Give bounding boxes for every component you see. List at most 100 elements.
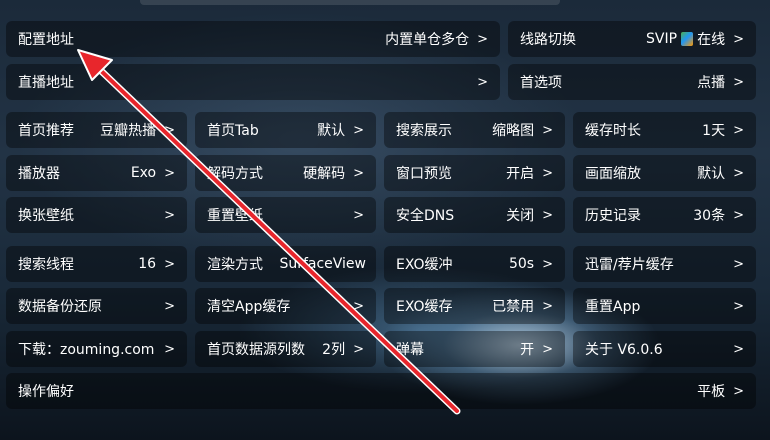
- screen-scale-value: 默认: [697, 166, 726, 182]
- chevron-right-icon: >: [733, 31, 744, 47]
- window-preview-item[interactable]: 窗口预览 开启 >: [384, 155, 565, 191]
- chevron-right-icon: >: [353, 165, 364, 181]
- preferred-value: 点播: [697, 75, 726, 91]
- chevron-right-icon: >: [542, 165, 553, 181]
- line-switch-value-prefix: SVIP: [646, 31, 678, 47]
- line-switch-value-suffix: 在线: [697, 32, 726, 48]
- cache-duration-value: 1天: [702, 123, 726, 139]
- home-columns-item[interactable]: 首页数据源列数 2列 >: [195, 331, 376, 367]
- thunder-cache-item[interactable]: 迅雷/荐片缓存 >: [573, 246, 756, 282]
- screen-scale-label: 画面缩放: [585, 166, 641, 182]
- wallpaper-label: 换张壁纸: [18, 208, 74, 224]
- wallpaper-item[interactable]: 换张壁纸 >: [6, 197, 187, 233]
- search-display-item[interactable]: 搜索展示 缩略图 >: [384, 112, 565, 148]
- chevron-right-icon: >: [353, 122, 364, 138]
- reset-app-label: 重置App: [585, 299, 641, 315]
- exo-buffer-label: EXO缓冲: [396, 257, 453, 273]
- cache-duration-item[interactable]: 缓存时长 1天 >: [573, 112, 756, 148]
- player-item[interactable]: 播放器 Exo >: [6, 155, 187, 191]
- home-recommend-value: 豆瓣热播: [100, 123, 157, 139]
- chevron-right-icon: >: [733, 122, 744, 138]
- live-address-item[interactable]: 直播地址 >: [6, 64, 500, 100]
- danmaku-item[interactable]: 弹幕 开 >: [384, 331, 565, 367]
- operation-pref-item[interactable]: 操作偏好 平板 >: [6, 373, 756, 409]
- danmaku-label: 弹幕: [396, 342, 424, 358]
- player-label: 播放器: [18, 166, 60, 182]
- reset-wallpaper-item[interactable]: 重置壁纸 >: [195, 197, 376, 233]
- home-recommend-item[interactable]: 首页推荐 豆瓣热播 >: [6, 112, 187, 148]
- chevron-right-icon: >: [353, 207, 364, 223]
- window-preview-value: 开启: [506, 166, 535, 182]
- secure-dns-label: 安全DNS: [396, 208, 455, 224]
- exo-buffer-item[interactable]: EXO缓冲 50s >: [384, 246, 565, 282]
- line-switch-label: 线路切换: [520, 32, 576, 48]
- settings-grid: 配置地址 内置单仓多仓 > 线路切换 SVIP 在线 > 直播地址 > 首选项 点播 >…: [0, 0, 770, 440]
- about-item[interactable]: 关于 V6.0.6 >: [573, 331, 756, 367]
- window-preview-label: 窗口预览: [396, 166, 452, 182]
- exo-cache-label: EXO缓存: [396, 299, 453, 315]
- operation-pref-label: 操作偏好: [18, 384, 74, 400]
- chevron-right-icon: >: [477, 74, 488, 90]
- backup-restore-label: 数据备份还原: [18, 299, 102, 315]
- render-mode-label: 渲染方式: [207, 257, 263, 273]
- reset-app-item[interactable]: 重置App >: [573, 288, 756, 324]
- chevron-right-icon: >: [353, 298, 364, 314]
- search-threads-item[interactable]: 搜索线程 16 >: [6, 246, 187, 282]
- exo-buffer-value: 50s: [508, 256, 535, 272]
- chevron-right-icon: >: [542, 122, 553, 138]
- exo-cache-item[interactable]: EXO缓存 已禁用 >: [384, 288, 565, 324]
- operation-pref-value: 平板: [697, 384, 726, 400]
- chevron-right-icon: >: [733, 165, 744, 181]
- config-address-item[interactable]: 配置地址 内置单仓多仓 >: [6, 21, 500, 57]
- thunder-cache-label: 迅雷/荐片缓存: [585, 257, 674, 273]
- about-label: 关于 V6.0.6: [585, 342, 663, 358]
- search-display-label: 搜索展示: [396, 123, 452, 139]
- backup-restore-item[interactable]: 数据备份还原 >: [6, 288, 187, 324]
- cache-duration-label: 缓存时长: [585, 123, 641, 139]
- secure-dns-item[interactable]: 安全DNS 关闭 >: [384, 197, 565, 233]
- render-mode-item[interactable]: 渲染方式 SurfaceView: [195, 246, 376, 282]
- player-value: Exo: [130, 165, 157, 181]
- reset-wallpaper-label: 重置壁纸: [207, 208, 263, 224]
- search-threads-label: 搜索线程: [18, 257, 74, 273]
- history-item[interactable]: 历史记录 30条 >: [573, 197, 756, 233]
- download-label: 下载：zouming.com: [18, 342, 155, 358]
- chevron-right-icon: >: [353, 341, 364, 357]
- danmaku-value: 开: [520, 342, 535, 358]
- clear-cache-item[interactable]: 清空App缓存 >: [195, 288, 376, 324]
- chevron-right-icon: >: [733, 207, 744, 223]
- chevron-right-icon: >: [733, 298, 744, 314]
- chevron-right-icon: >: [164, 165, 175, 181]
- home-columns-label: 首页数据源列数: [207, 342, 305, 358]
- home-tab-item[interactable]: 首页Tab 默认 >: [195, 112, 376, 148]
- home-columns-value: 2列: [322, 342, 346, 358]
- decode-mode-label: 解码方式: [207, 166, 263, 182]
- chevron-right-icon: >: [733, 256, 744, 272]
- chevron-right-icon: >: [542, 298, 553, 314]
- decode-mode-item[interactable]: 解码方式 硬解码 >: [195, 155, 376, 191]
- home-tab-value: 默认: [317, 123, 346, 139]
- line-switch-item[interactable]: 线路切换 SVIP 在线 >: [508, 21, 756, 57]
- chevron-right-icon: >: [164, 341, 175, 357]
- chevron-right-icon: >: [164, 122, 175, 138]
- render-mode-value: SurfaceView: [279, 256, 366, 272]
- chevron-right-icon: >: [542, 256, 553, 272]
- home-recommend-label: 首页推荐: [18, 123, 74, 139]
- svip-badge-icon: [681, 32, 694, 46]
- chevron-right-icon: >: [164, 298, 175, 314]
- config-address-value: 内置单仓多仓: [385, 32, 470, 48]
- secure-dns-value: 关闭: [506, 208, 535, 224]
- search-display-value: 缩略图: [492, 123, 535, 139]
- chevron-right-icon: >: [733, 383, 744, 399]
- chevron-right-icon: >: [542, 341, 553, 357]
- home-tab-label: 首页Tab: [207, 123, 259, 139]
- chevron-right-icon: >: [733, 341, 744, 357]
- chevron-right-icon: >: [477, 31, 488, 47]
- screen-scale-item[interactable]: 画面缩放 默认 >: [573, 155, 756, 191]
- live-address-label: 直播地址: [18, 75, 74, 91]
- search-threads-value: 16: [138, 256, 157, 272]
- preferred-item[interactable]: 首选项 点播 >: [508, 64, 756, 100]
- history-value: 30条: [693, 208, 726, 224]
- download-item[interactable]: 下载：zouming.com >: [6, 331, 187, 367]
- chevron-right-icon: >: [542, 207, 553, 223]
